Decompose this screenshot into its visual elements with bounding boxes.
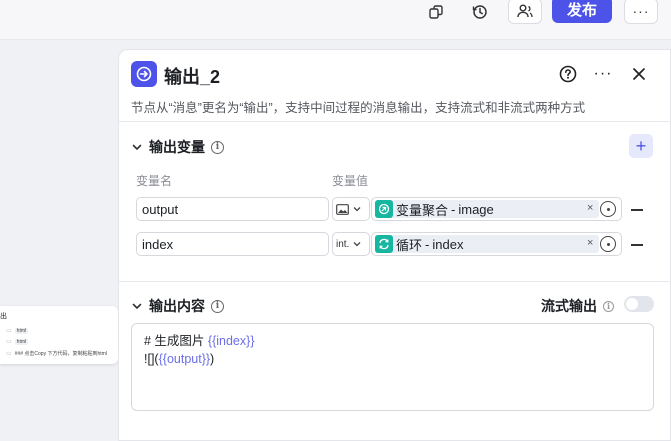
ref-var-name: image bbox=[458, 201, 494, 217]
history-icon[interactable] bbox=[465, 0, 495, 24]
ref-separator: - bbox=[425, 236, 430, 252]
editor-text: ) bbox=[210, 352, 215, 366]
panel-title[interactable]: 输出_2 bbox=[164, 63, 220, 89]
image-type-icon bbox=[336, 203, 349, 215]
output-content-editor[interactable]: # 生成图片 {{index}} ![]({{output}}) bbox=[131, 323, 654, 411]
template-variable: {{output}} bbox=[158, 352, 211, 366]
add-variable-button[interactable]: + bbox=[629, 134, 653, 158]
type-label: int. bbox=[336, 238, 350, 250]
editor-line: ![]({{output}}) bbox=[144, 350, 641, 368]
type-select[interactable] bbox=[332, 197, 370, 221]
clear-reference-icon[interactable]: × bbox=[587, 202, 593, 214]
canvas-node-tag: html bbox=[14, 327, 29, 334]
col-header-value: 变量值 bbox=[332, 174, 369, 188]
editor-text: ![]( bbox=[144, 352, 159, 366]
collaborator-button[interactable] bbox=[508, 0, 542, 24]
canvas-node-title: 出 bbox=[0, 313, 7, 320]
publish-button[interactable]: 发布 bbox=[552, 0, 612, 23]
stream-output-toggle[interactable] bbox=[624, 296, 654, 312]
chevron-down-icon[interactable] bbox=[131, 141, 143, 153]
divider bbox=[119, 281, 671, 282]
output-node-icon bbox=[131, 61, 157, 87]
editor-line: # 生成图片 {{index}} bbox=[144, 332, 641, 350]
output-content-header[interactable]: 输出内容 i bbox=[131, 296, 224, 316]
ref-var-name: index bbox=[432, 236, 464, 252]
help-icon[interactable] bbox=[557, 63, 579, 85]
var-value-reference[interactable]: 循环 - index × bbox=[371, 232, 622, 256]
copy-icon[interactable] bbox=[421, 0, 451, 24]
output-vars-title: 输出变量 bbox=[149, 139, 205, 155]
divider bbox=[119, 121, 671, 122]
target-icon[interactable] bbox=[600, 201, 616, 217]
panel-description: 节点从“消息”更名为“输出”，支持中间过程的消息输出，支持流式和非流式两种方式 bbox=[131, 101, 586, 115]
col-header-name: 变量名 bbox=[136, 174, 173, 188]
info-icon[interactable]: i bbox=[211, 299, 224, 313]
editor-text: # 生成图片 bbox=[144, 334, 208, 348]
top-toolbar: 发布 ··· bbox=[0, 0, 671, 40]
node-config-panel: 输出_2 ··· 节点从“消息”更名为“输出”，支持中间过程的消息输出，支持流式… bbox=[118, 49, 671, 441]
info-icon[interactable]: i bbox=[211, 140, 224, 154]
variable-merge-icon bbox=[375, 200, 393, 218]
loop-icon bbox=[375, 235, 393, 253]
var-value-reference[interactable]: 变量聚合 - image × bbox=[371, 197, 622, 221]
type-select[interactable]: int. bbox=[332, 232, 370, 256]
ref-node-name: 循环 bbox=[396, 237, 423, 253]
chevron-down-icon[interactable] bbox=[131, 300, 143, 312]
output-content-title: 输出内容 bbox=[149, 298, 205, 314]
canvas-node-text: ### 点击Copy 下方代码，复制粘贴到html bbox=[14, 351, 107, 357]
info-icon[interactable]: i bbox=[603, 300, 614, 312]
canvas-node-tag: html bbox=[14, 338, 29, 345]
collaborator-icon bbox=[517, 4, 533, 18]
remove-variable-button[interactable] bbox=[631, 209, 643, 211]
template-variable: {{index}} bbox=[207, 334, 255, 348]
more-icon: ··· bbox=[632, 3, 650, 19]
var-name-input[interactable]: output bbox=[136, 197, 329, 221]
chevron-down-icon bbox=[352, 204, 362, 214]
reference-pill[interactable]: 循环 - index bbox=[375, 235, 599, 253]
output-vars-header[interactable]: 输出变量 i bbox=[131, 137, 224, 157]
stream-output-label: 流式输出 i bbox=[541, 296, 614, 316]
close-icon[interactable] bbox=[628, 63, 650, 85]
var-name-input[interactable]: index bbox=[136, 232, 329, 256]
canvas-node-row: ▭ html bbox=[6, 327, 29, 334]
stream-output-text: 流式输出 bbox=[541, 298, 597, 314]
reference-pill[interactable]: 变量聚合 - image bbox=[375, 200, 599, 218]
more-button[interactable]: ··· bbox=[624, 0, 658, 24]
target-icon[interactable] bbox=[600, 236, 616, 252]
canvas-output-node[interactable]: 出 ▭ html ▭ html ▭ ### 点击Copy 下方代码，复制粘贴到html bbox=[0, 306, 118, 364]
clear-reference-icon[interactable]: × bbox=[587, 237, 593, 249]
more-options-icon[interactable]: ··· bbox=[592, 63, 614, 85]
chevron-down-icon bbox=[352, 239, 362, 249]
ref-separator: - bbox=[451, 201, 456, 217]
canvas-node-row: ▭ ### 点击Copy 下方代码，复制粘贴到html bbox=[6, 351, 107, 357]
remove-variable-button[interactable] bbox=[631, 244, 643, 246]
canvas-node-row: ▭ html bbox=[6, 338, 29, 345]
ref-node-name: 变量聚合 bbox=[396, 202, 449, 218]
